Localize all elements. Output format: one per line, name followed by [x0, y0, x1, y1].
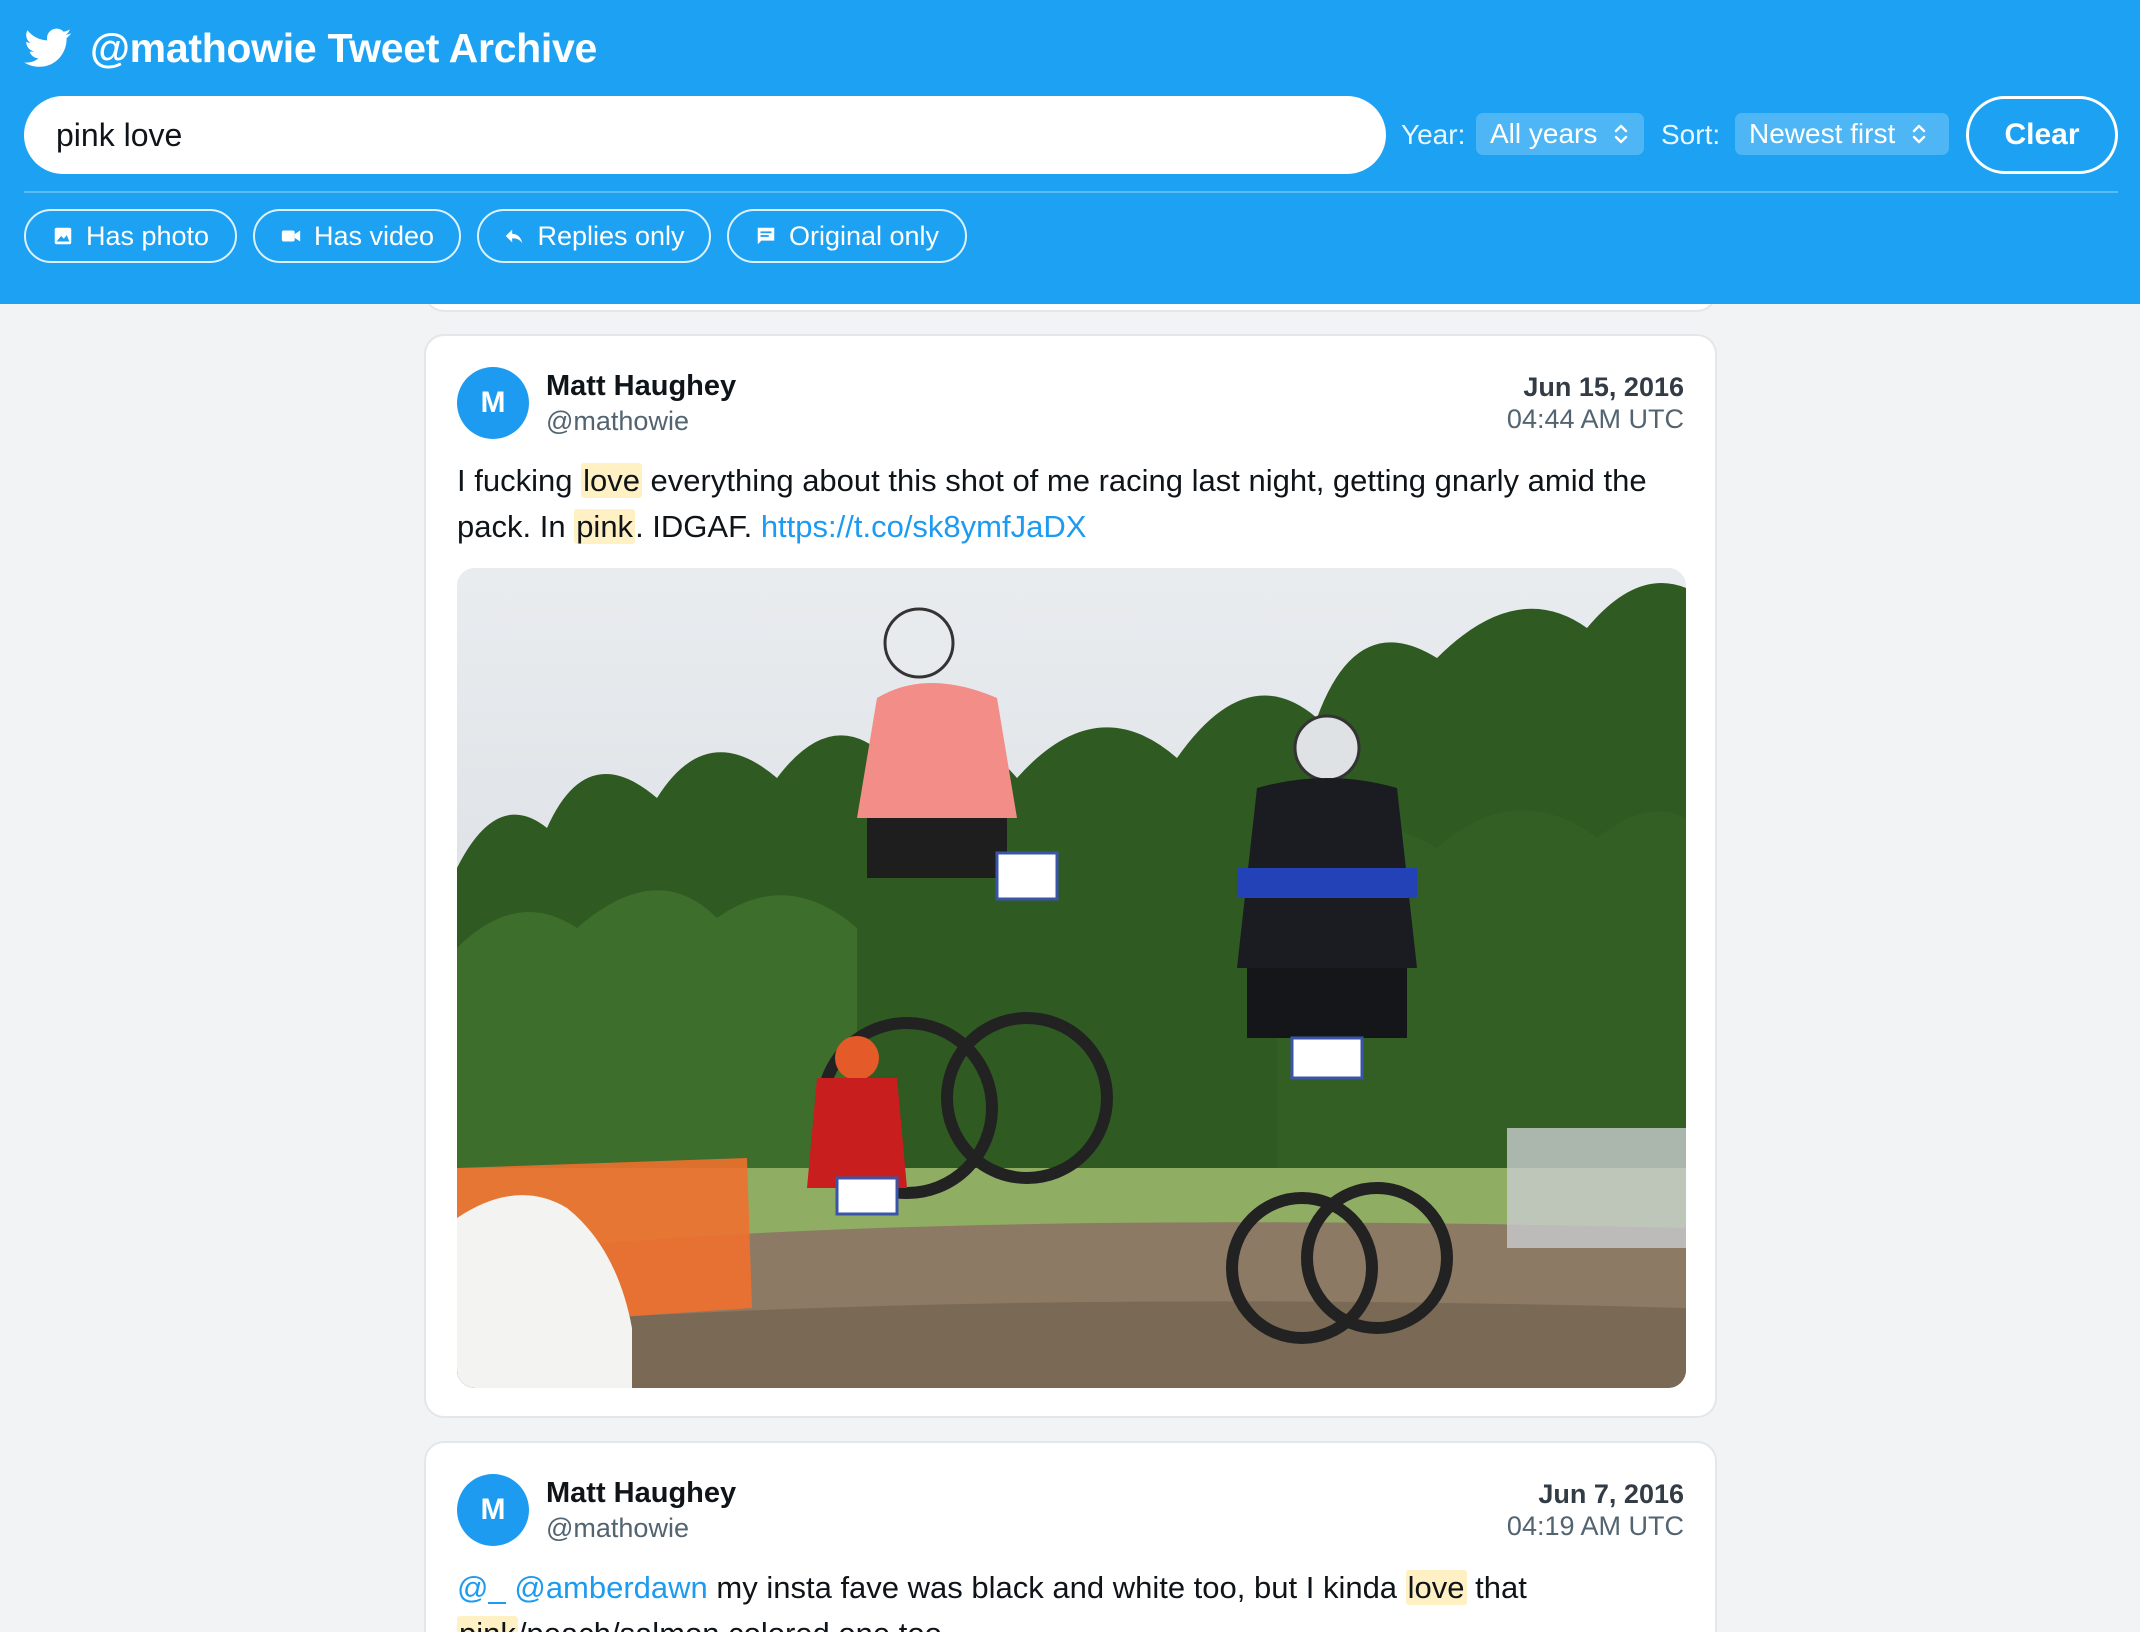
filter-has-video[interactable]: Has video	[253, 209, 461, 263]
photo-icon	[54, 227, 72, 245]
filter-label: Has video	[313, 220, 435, 251]
filter-label: Original only	[788, 220, 940, 251]
app-header: @mathowie Tweet Archive Year: All years …	[0, 0, 2140, 304]
text-segment: that	[1466, 1570, 1527, 1605]
tweet-card[interactable]: M Matt Haughey @mathowie Jun 15, 2016 04…	[424, 334, 1717, 1418]
filter-label: Has photo	[85, 220, 210, 251]
tweet-text: @_ @amberdawn my insta fave was black an…	[457, 1565, 1687, 1632]
video-icon	[281, 230, 301, 242]
mention-link[interactable]: @amberdawn	[514, 1570, 707, 1605]
tweet-card[interactable]: M Matt Haughey @mathowie Jun 7, 2016 04:…	[424, 1441, 1717, 1632]
author-name[interactable]: Matt Haughey	[546, 1477, 736, 1510]
filter-replies-only[interactable]: Replies only	[477, 209, 711, 263]
filter-label: Replies only	[537, 220, 685, 251]
avatar[interactable]: M	[457, 367, 529, 439]
text-segment: my insta fave was black and white too, b…	[707, 1570, 1406, 1605]
year-label: Year:	[1401, 119, 1466, 150]
tweet-time: 04:44 AM UTC	[1506, 404, 1684, 434]
search-highlight: pink	[457, 1616, 518, 1632]
avatar[interactable]: M	[457, 1474, 529, 1546]
chevron-updown-icon	[1615, 124, 1628, 144]
filter-original-only[interactable]: Original only	[727, 209, 967, 263]
text-segment: /peach/salmon colored one too.	[518, 1616, 951, 1632]
mention-link[interactable]: @_	[457, 1570, 506, 1605]
tweet-date: Jun 15, 2016	[1523, 372, 1684, 402]
brand: @mathowie Tweet Archive	[24, 22, 597, 74]
header-divider	[24, 191, 2118, 193]
text-segment: I fucking	[457, 463, 582, 498]
sort-select[interactable]: Newest first	[1735, 113, 1949, 155]
author-name[interactable]: Matt Haughey	[546, 370, 736, 403]
bike-race-photo	[457, 568, 1686, 1388]
author-handle[interactable]: @mathowie	[546, 406, 689, 437]
tweet-text: I fucking love everything about this sho…	[457, 458, 1687, 550]
sort-select-value: Newest first	[1749, 118, 1896, 149]
year-select-value: All years	[1490, 118, 1598, 149]
chevron-updown-icon	[1913, 124, 1926, 144]
search-highlight: love	[581, 463, 642, 498]
clear-button[interactable]: Clear	[1966, 96, 2118, 174]
year-select[interactable]: All years	[1476, 113, 1644, 155]
tweet-link[interactable]: https://t.co/sk8ymfJaDX	[761, 509, 1087, 544]
text-segment: . IDGAF.	[635, 509, 761, 544]
comment-icon	[757, 227, 775, 245]
tweet-date: Jun 7, 2016	[1538, 1479, 1684, 1509]
reply-icon	[506, 229, 523, 244]
search-highlight: pink	[574, 509, 636, 544]
page-title: @mathowie Tweet Archive	[90, 24, 597, 71]
sort-label: Sort:	[1661, 119, 1721, 150]
filter-has-photo[interactable]: Has photo	[24, 209, 237, 263]
tweet-photo[interactable]	[457, 568, 1686, 1388]
search-highlight: love	[1405, 1570, 1467, 1605]
twitter-bird-icon	[24, 28, 72, 67]
search-input[interactable]	[24, 96, 1386, 174]
author-handle[interactable]: @mathowie	[546, 1513, 689, 1544]
tweet-time: 04:19 AM UTC	[1506, 1511, 1684, 1541]
